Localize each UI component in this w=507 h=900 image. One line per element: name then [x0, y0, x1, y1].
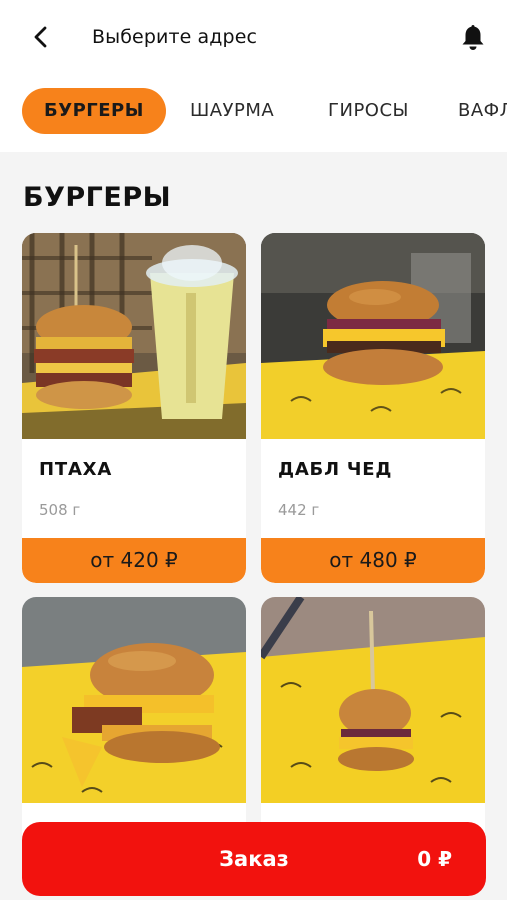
tab-shawarma[interactable]: ШАУРМА [190, 88, 274, 134]
product-weight: 508 г [39, 501, 81, 519]
chevron-left-icon[interactable] [28, 24, 54, 50]
product-image [261, 233, 485, 439]
product-image [22, 597, 246, 803]
tab-burgers[interactable]: БУРГЕРЫ [22, 88, 166, 134]
header-bar: Выберите адрес [0, 0, 507, 78]
product-image [22, 233, 246, 439]
price-button[interactable]: от 480 ₽ [261, 538, 485, 583]
section-title: БУРГЕРЫ [23, 182, 172, 213]
order-total: 0 ₽ [417, 847, 452, 871]
product-card[interactable] [261, 597, 485, 847]
tab-waffles[interactable]: ВАФЛИ [458, 88, 507, 134]
price-button[interactable]: от 420 ₽ [22, 538, 246, 583]
category-tabs: БУРГЕРЫ ШАУРМА ГИРОСЫ ВАФЛИ [0, 78, 507, 152]
product-name: ПТАХА [39, 459, 113, 480]
order-button[interactable]: Заказ 0 ₽ [22, 822, 486, 896]
product-weight: 442 г [278, 501, 320, 519]
product-card[interactable]: ПТАХА 508 г от 420 ₽ [22, 233, 246, 583]
address-select-title[interactable]: Выберите адрес [92, 26, 257, 48]
bell-icon[interactable] [458, 22, 488, 52]
product-image [261, 597, 485, 803]
product-card[interactable]: ДАБЛ ЧЕД 442 г от 480 ₽ [261, 233, 485, 583]
product-name: ДАБЛ ЧЕД [278, 459, 393, 480]
tab-gyros[interactable]: ГИРОСЫ [328, 88, 409, 134]
product-card[interactable] [22, 597, 246, 847]
